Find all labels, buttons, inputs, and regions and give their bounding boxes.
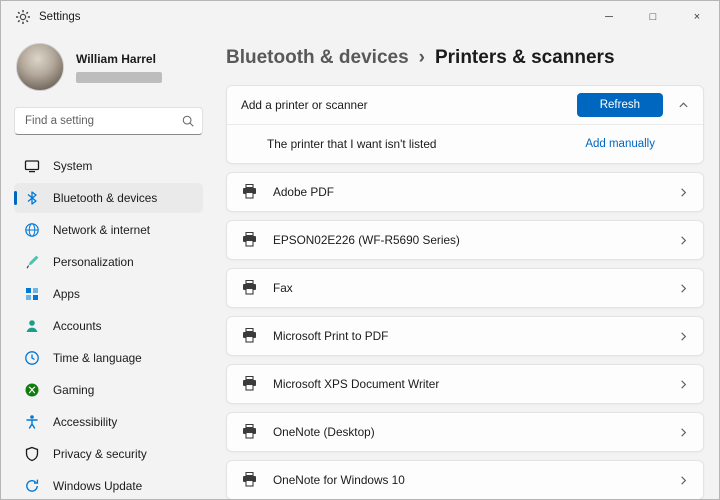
printer-name: Fax: [273, 281, 293, 295]
printer-icon: [241, 376, 259, 392]
user-profile[interactable]: William Harrel: [14, 37, 203, 105]
search-input[interactable]: [14, 107, 203, 135]
breadcrumb-parent[interactable]: Bluetooth & devices: [226, 47, 409, 69]
search-icon[interactable]: [181, 114, 195, 128]
settings-gear-icon: [15, 9, 31, 25]
add-printer-label: Add a printer or scanner: [241, 98, 368, 112]
system-icon: [24, 158, 40, 174]
sidebar-item-gaming[interactable]: Gaming: [14, 375, 203, 405]
printer-icon: [241, 232, 259, 248]
time-language-icon: [24, 350, 40, 366]
user-name: William Harrel: [76, 51, 156, 66]
privacy-icon: [24, 446, 40, 462]
personalization-icon: [24, 254, 40, 270]
window-controls: ─ □ ×: [587, 1, 719, 33]
sidebar-item-system[interactable]: System: [14, 151, 203, 181]
sidebar-item-windows-update[interactable]: Windows Update: [14, 471, 203, 499]
sidebar-item-privacy-security[interactable]: Privacy & security: [14, 439, 203, 469]
network-icon: [24, 222, 40, 238]
chevron-right-icon: [663, 187, 689, 198]
window-title: Settings: [39, 11, 81, 23]
sidebar-item-accounts[interactable]: Accounts: [14, 311, 203, 341]
refresh-button[interactable]: Refresh: [576, 93, 663, 117]
titlebar: Settings ─ □ ×: [1, 1, 719, 33]
gaming-icon: [24, 382, 40, 398]
printer-icon: [241, 472, 259, 488]
close-button[interactable]: ×: [675, 1, 719, 33]
printer-not-listed-row: The printer that I want isn't listed Add…: [227, 125, 703, 163]
printer-name: OneNote (Desktop): [273, 425, 375, 439]
search-box: [14, 107, 203, 135]
chevron-up-icon[interactable]: [663, 100, 689, 111]
chevron-right-icon: [663, 475, 689, 486]
printer-name: Adobe PDF: [273, 185, 334, 199]
sidebar-nav: System Bluetooth & devices Network & int…: [14, 151, 203, 499]
sidebar-item-apps[interactable]: Apps: [14, 279, 203, 309]
sidebar-item-label: Privacy & security: [53, 447, 147, 461]
printer-row-onenote-desktop[interactable]: OneNote (Desktop): [226, 412, 704, 452]
sidebar-item-label: Bluetooth & devices: [53, 191, 158, 205]
sidebar-item-bluetooth-devices[interactable]: Bluetooth & devices: [14, 183, 203, 213]
main-content: Bluetooth & devices › Printers & scanner…: [216, 33, 719, 499]
sidebar-item-label: System: [53, 159, 93, 173]
accounts-icon: [24, 318, 40, 334]
sidebar-item-network-internet[interactable]: Network & internet: [14, 215, 203, 245]
sidebar-item-label: Gaming: [53, 383, 95, 397]
printer-row-onenote-win10[interactable]: OneNote for Windows 10: [226, 460, 704, 499]
minimize-button[interactable]: ─: [587, 1, 631, 33]
add-printer-row: Add a printer or scanner Refresh: [227, 86, 703, 124]
settings-window: Settings ─ □ × William Harrel Find a set…: [0, 0, 720, 500]
printer-row-print-to-pdf[interactable]: Microsoft Print to PDF: [226, 316, 704, 356]
apps-icon: [24, 286, 40, 302]
windows-update-icon: [24, 478, 40, 494]
printer-icon: [241, 280, 259, 296]
printer-name: EPSON02E226 (WF-R5690 Series): [273, 233, 460, 247]
sidebar-item-label: Apps: [53, 287, 80, 301]
bluetooth-icon: [24, 190, 40, 206]
sidebar-item-label: Time & language: [53, 351, 142, 365]
sidebar-item-label: Windows Update: [53, 479, 143, 493]
printer-row-adobe-pdf[interactable]: Adobe PDF: [226, 172, 704, 212]
printer-name: OneNote for Windows 10: [273, 473, 405, 487]
breadcrumb: Bluetooth & devices › Printers & scanner…: [226, 47, 704, 69]
sidebar-item-personalization[interactable]: Personalization: [14, 247, 203, 277]
chevron-right-icon: [663, 235, 689, 246]
sidebar-item-accessibility[interactable]: Accessibility: [14, 407, 203, 437]
chevron-right-icon: [663, 331, 689, 342]
chevron-right-icon: [663, 427, 689, 438]
printer-not-listed-label: The printer that I want isn't listed: [267, 137, 437, 151]
printer-name: Microsoft Print to PDF: [273, 329, 389, 343]
breadcrumb-separator-icon: ›: [418, 47, 425, 68]
sidebar-item-label: Personalization: [53, 255, 134, 269]
printer-name: Microsoft XPS Document Writer: [273, 377, 440, 391]
printer-icon: [241, 424, 259, 440]
sidebar: William Harrel System Bluetooth & device…: [1, 33, 216, 499]
sidebar-item-label: Network & internet: [53, 223, 151, 237]
printer-row-xps-writer[interactable]: Microsoft XPS Document Writer: [226, 364, 704, 404]
user-email-redacted: [76, 71, 162, 83]
maximize-button[interactable]: □: [631, 1, 675, 33]
printer-icon: [241, 328, 259, 344]
add-printer-card: Add a printer or scanner Refresh The pri…: [226, 85, 704, 164]
chevron-right-icon: [663, 283, 689, 294]
chevron-right-icon: [663, 379, 689, 390]
sidebar-item-label: Accessibility: [53, 415, 118, 429]
accessibility-icon: [24, 414, 40, 430]
page-title: Printers & scanners: [434, 47, 615, 68]
printer-icon: [241, 184, 259, 200]
add-manually-link[interactable]: Add manually: [585, 138, 655, 150]
avatar: [16, 43, 64, 91]
sidebar-item-label: Accounts: [53, 319, 102, 333]
printer-row-fax[interactable]: Fax: [226, 268, 704, 308]
sidebar-item-time-language[interactable]: Time & language: [14, 343, 203, 373]
printer-row-epson[interactable]: EPSON02E226 (WF-R5690 Series): [226, 220, 704, 260]
